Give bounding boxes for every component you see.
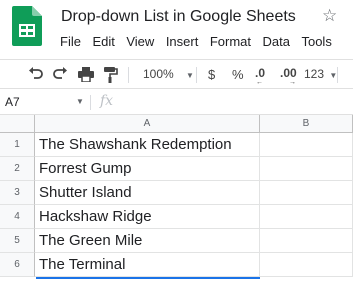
currency-format-button[interactable]: $: [208, 67, 215, 82]
fx-icon: fx: [100, 93, 114, 109]
increase-decimal-button[interactable]: .00 →: [280, 66, 297, 86]
menu-view[interactable]: View: [126, 34, 154, 49]
row-header-1[interactable]: 1: [0, 133, 35, 157]
cell-b4[interactable]: [260, 205, 353, 229]
app-header: Drop-down List in Google Sheets ☆ File E…: [0, 0, 353, 56]
menu-tools[interactable]: Tools: [301, 34, 331, 49]
increase-decimal-label: .00: [280, 66, 297, 80]
menu-file[interactable]: File: [60, 34, 81, 49]
cell-a4[interactable]: Hackshaw Ridge: [35, 205, 260, 229]
decrease-decimal-label: .0: [255, 66, 266, 80]
column-header-b[interactable]: B: [260, 115, 353, 133]
menu-edit[interactable]: Edit: [92, 34, 114, 49]
cell-b1[interactable]: [260, 133, 353, 157]
zoom-select[interactable]: 100% ▼: [143, 67, 194, 81]
formula-bar: A7 ▼ fx: [0, 90, 353, 115]
print-icon[interactable]: [78, 67, 94, 82]
toolbar: 100% ▼ $ % .0 ← .00 → 123 ▼: [0, 59, 353, 89]
spreadsheet-grid: A B 1 The Shawshank Redemption 2 Forrest…: [0, 115, 353, 281]
decrease-decimal-button[interactable]: .0 ←: [255, 66, 266, 86]
row-header-3[interactable]: 3: [0, 181, 35, 205]
arrow-left-icon: ←: [256, 79, 263, 86]
toolbar-separator: [337, 67, 338, 83]
column-header-a[interactable]: A: [35, 115, 260, 133]
formula-bar-separator: [90, 95, 91, 110]
star-icon[interactable]: ☆: [322, 6, 337, 26]
google-sheets-logo-icon[interactable]: [12, 6, 42, 46]
more-formats-select[interactable]: 123 ▼: [304, 67, 337, 81]
cell-b3[interactable]: [260, 181, 353, 205]
cell-a5[interactable]: The Green Mile: [35, 229, 260, 253]
more-formats-label: 123: [304, 67, 325, 81]
zoom-value: 100%: [143, 67, 174, 81]
menu-format[interactable]: Format: [210, 34, 251, 49]
arrow-right-icon: →: [289, 79, 296, 86]
row-header-2[interactable]: 2: [0, 157, 35, 181]
chevron-down-icon: ▼: [186, 71, 194, 80]
select-all-corner[interactable]: [0, 115, 35, 133]
cell-a2[interactable]: Forrest Gump: [35, 157, 260, 181]
cell-b6[interactable]: [260, 253, 353, 277]
menu-insert[interactable]: Insert: [166, 34, 199, 49]
document-title[interactable]: Drop-down List in Google Sheets: [61, 8, 296, 26]
cell-a6[interactable]: The Terminal: [35, 253, 260, 277]
name-box[interactable]: A7: [0, 90, 88, 114]
cell-a3[interactable]: Shutter Island: [35, 181, 260, 205]
row-header-6[interactable]: 6: [0, 253, 35, 277]
toolbar-separator: [196, 67, 197, 83]
chevron-down-icon[interactable]: ▼: [76, 90, 84, 114]
cell-a1[interactable]: The Shawshank Redemption: [35, 133, 260, 157]
menu-data[interactable]: Data: [263, 34, 290, 49]
toolbar-separator: [128, 67, 129, 83]
undo-icon[interactable]: [27, 67, 43, 81]
row-header-4[interactable]: 4: [0, 205, 35, 229]
cell-b2[interactable]: [260, 157, 353, 181]
cell-b5[interactable]: [260, 229, 353, 253]
row-header-5[interactable]: 5: [0, 229, 35, 253]
active-cell-a7-border[interactable]: [36, 277, 260, 279]
menu-bar: File Edit View Insert Format Data Tools: [60, 34, 343, 49]
paint-format-icon[interactable]: [104, 67, 118, 83]
redo-icon[interactable]: [53, 67, 69, 81]
percent-format-button[interactable]: %: [232, 67, 244, 82]
